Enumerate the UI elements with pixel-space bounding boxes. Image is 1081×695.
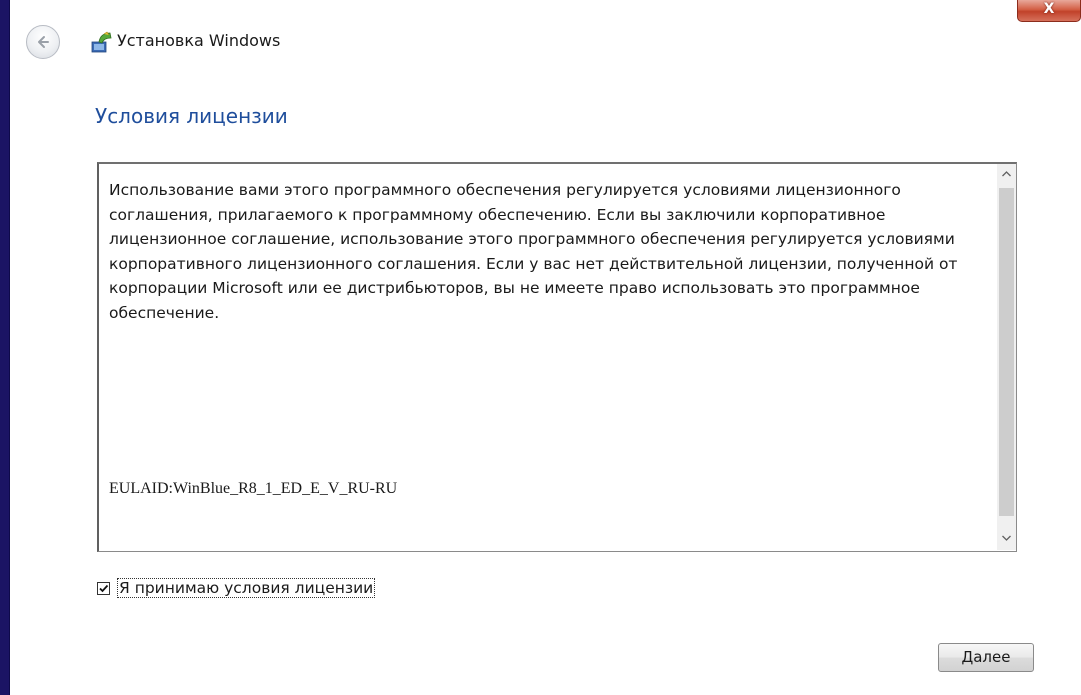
windows-setup-icon bbox=[91, 31, 112, 53]
back-button[interactable] bbox=[26, 25, 60, 59]
license-text: Использование вами этого программного об… bbox=[109, 181, 958, 322]
scroll-thumb[interactable] bbox=[999, 188, 1014, 516]
next-button-label: алее bbox=[973, 648, 1011, 666]
next-button-accesskey: Д bbox=[961, 648, 974, 666]
page-title: Условия лицензии bbox=[95, 104, 288, 128]
chevron-up-icon bbox=[1002, 171, 1011, 177]
next-button[interactable]: Далее bbox=[938, 643, 1034, 672]
scroll-down-button[interactable] bbox=[997, 528, 1016, 550]
scroll-up-button[interactable] bbox=[997, 164, 1016, 186]
back-arrow-icon bbox=[38, 36, 49, 48]
chevron-down-icon bbox=[1002, 535, 1011, 541]
license-text-box[interactable]: Использование вами этого программного об… bbox=[97, 162, 1017, 552]
title-bar: Установка Windows X bbox=[10, 0, 1081, 84]
setup-window: Установка Windows X Условия лицензии Исп… bbox=[10, 0, 1081, 695]
accept-license-checkbox[interactable] bbox=[97, 582, 110, 595]
vertical-scrollbar[interactable] bbox=[997, 164, 1016, 550]
eula-id: EULAID:WinBlue_R8_1_ED_E_V_RU-RU bbox=[109, 480, 398, 497]
close-button[interactable]: X bbox=[1017, 0, 1081, 22]
checkmark-icon bbox=[99, 584, 109, 593]
accept-license-label[interactable]: Я принимаю условия лицензии bbox=[116, 578, 376, 598]
window-title: Установка Windows bbox=[117, 31, 281, 50]
close-icon: X bbox=[1043, 1, 1055, 17]
